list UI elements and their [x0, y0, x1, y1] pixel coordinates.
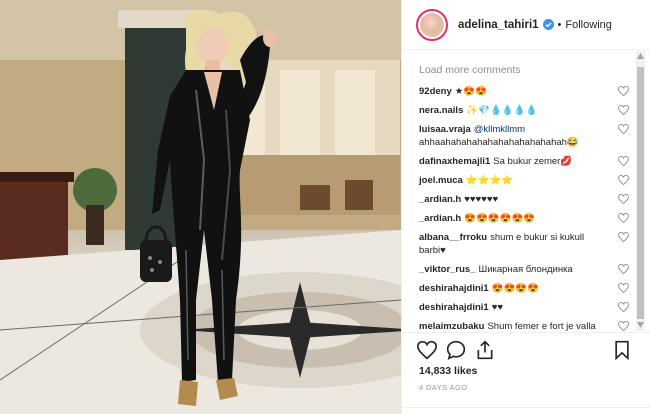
- comment-item: albana__frroku shum e bukur si kukull bar…: [419, 231, 635, 257]
- comment-username[interactable]: melaimzubaku: [419, 321, 484, 331]
- heart-icon[interactable]: [618, 264, 629, 274]
- comment-item: _viktor_rus_ Шикарная блондинка: [419, 263, 635, 276]
- comment-item: melaimzubaku Shum femer e fort je valla: [419, 320, 635, 331]
- share-icon[interactable]: [475, 340, 495, 360]
- comment-text: ahhaahahahahahahahahahahahah😂: [419, 137, 579, 148]
- comments-scrollbar[interactable]: [636, 51, 645, 331]
- comment-text: 😍😍😍😍: [491, 283, 540, 294]
- post-timestamp: 4 DAYS AGO: [419, 383, 468, 392]
- heart-icon[interactable]: [618, 156, 629, 166]
- comment-item: nera.nails ✨💎💧💧💧💧: [419, 104, 635, 117]
- comment-username[interactable]: _ardian.h: [419, 194, 461, 205]
- heart-icon[interactable]: [618, 175, 629, 185]
- header-separator: •: [557, 18, 562, 31]
- following-button[interactable]: Following: [565, 19, 611, 31]
- comment-item: joel.muca ⭐⭐⭐⭐: [419, 174, 635, 187]
- comment-username[interactable]: albana__frroku: [419, 232, 487, 243]
- heart-icon[interactable]: [618, 232, 629, 242]
- scroll-down-arrow-icon[interactable]: [637, 322, 644, 328]
- username-link[interactable]: adelina_tahiri1: [458, 19, 539, 31]
- add-comment-bar[interactable]: [402, 407, 650, 414]
- comment-text: ★😍😍: [454, 86, 487, 97]
- comment-username[interactable]: dafinaxhemajli1: [419, 156, 490, 167]
- comment-username[interactable]: _ardian.h: [419, 213, 461, 224]
- heart-icon[interactable]: [618, 321, 629, 331]
- scroll-up-arrow-icon[interactable]: [637, 53, 644, 59]
- comment-item: _ardian.h 😍😍😍😍😍😍: [419, 212, 635, 225]
- heart-icon[interactable]: [618, 213, 629, 223]
- likes-count[interactable]: 14,833 likes: [419, 365, 477, 377]
- comment-username[interactable]: deshirahajdini1: [419, 302, 489, 313]
- post-actions: 14,833 likes 4 DAYS AGO: [402, 332, 650, 414]
- comments-list[interactable]: Load more comments 92deny ★😍😍 nera.nails ✨…: [402, 51, 635, 331]
- post-photo[interactable]: [0, 0, 401, 414]
- comment-text: 😍😍😍😍😍😍: [464, 213, 536, 224]
- comment-username[interactable]: deshirahajdini1: [419, 283, 489, 294]
- comment-username[interactable]: _viktor_rus_: [419, 264, 476, 275]
- comment-item: dafinaxhemajli1 Sa bukur zemer💋: [419, 155, 635, 168]
- heart-icon[interactable]: [618, 124, 629, 134]
- comment-item: luisaa.vraja @kllmkllmm ahhaahahahahahahah…: [419, 123, 635, 149]
- comment-bubble-icon[interactable]: [446, 340, 466, 360]
- bookmark-icon[interactable]: [612, 340, 632, 360]
- comment-text: ♥♥♥♥♥♥: [464, 194, 499, 205]
- heart-icon[interactable]: [618, 302, 629, 312]
- photo-illustration: [0, 0, 401, 414]
- comment-text: Sa bukur zemer💋: [493, 156, 573, 167]
- comment-item: 92deny ★😍😍: [419, 85, 635, 98]
- heart-icon[interactable]: [618, 194, 629, 204]
- comment-text: ♥♥: [491, 302, 503, 313]
- post-header: adelina_tahiri1 • Following: [402, 0, 650, 50]
- heart-icon[interactable]: [618, 283, 629, 293]
- comment-item: _ardian.h ♥♥♥♥♥♥: [419, 193, 635, 206]
- comment-text: ⭐⭐⭐⭐: [465, 175, 514, 186]
- heart-icon[interactable]: [417, 340, 437, 360]
- comment-text: Шикарная блондинка: [478, 264, 573, 275]
- avatar[interactable]: [416, 8, 448, 41]
- heart-icon[interactable]: [618, 105, 629, 115]
- comment-username[interactable]: luisaa.vraja: [419, 124, 471, 135]
- heart-icon[interactable]: [618, 86, 629, 96]
- load-more-comments-link[interactable]: Load more comments: [419, 64, 635, 76]
- comment-username[interactable]: nera.nails: [419, 105, 463, 116]
- verified-badge-icon: [542, 19, 554, 30]
- comment-text: ✨💎💧💧💧💧: [466, 105, 538, 116]
- comment-item: deshirahajdini1 ♥♥: [419, 301, 635, 314]
- scrollbar-thumb[interactable]: [637, 67, 644, 319]
- comment-item: deshirahajdini1 😍😍😍😍: [419, 282, 635, 295]
- comment-mention-link[interactable]: @kllmkllmm: [474, 124, 525, 135]
- comment-text: Shum femer e fort je valla: [487, 321, 596, 331]
- comment-username[interactable]: 92deny: [419, 86, 452, 97]
- comment-username[interactable]: joel.muca: [419, 175, 463, 186]
